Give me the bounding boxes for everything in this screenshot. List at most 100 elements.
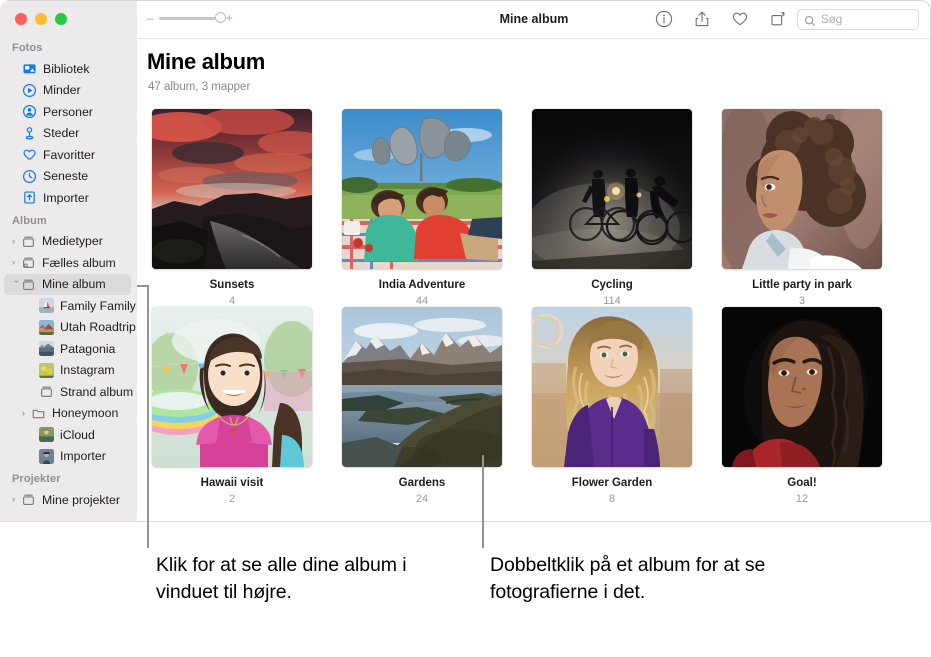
album-count: 114 [603, 295, 621, 307]
sidebar-item-personer[interactable]: Personer [0, 101, 137, 123]
sidebar-item-instagram[interactable]: › Instagram [0, 360, 137, 382]
album-count: 44 [415, 295, 429, 307]
album-count: 4 [228, 295, 236, 307]
album-row: Hawaii visit 2 Gardens 24 Flower Garden … [137, 307, 931, 505]
album-name: Flower Garden [571, 477, 653, 489]
photo-thumb-man [39, 448, 54, 464]
chevron-right-icon[interactable]: › [12, 258, 21, 267]
sidebar-section-title: Projekter [12, 473, 61, 485]
album-thumbnail[interactable] [532, 109, 692, 269]
sidebar-item-label: Steder [43, 126, 80, 141]
album-thumbnail[interactable] [532, 307, 692, 467]
folder-icon [31, 406, 46, 421]
leader-left-vertical [147, 285, 149, 548]
album-thumbnail[interactable] [342, 109, 502, 269]
sidebar-item-icloud[interactable]: › iCloud [0, 424, 137, 446]
album-name: India Adventure [378, 279, 466, 291]
album-item-cycling[interactable]: Cycling 114 [517, 109, 707, 307]
sidebar-item-fælles-album[interactable]: › Fælles album [0, 252, 137, 274]
album-thumbnail[interactable] [342, 307, 502, 467]
sidebar-item-seneste[interactable]: Seneste [0, 166, 137, 188]
album-name: Goal! [787, 477, 817, 489]
chevron-right-icon[interactable]: › [22, 408, 31, 418]
album-count: 12 [795, 493, 809, 505]
sidebar-item-label: Importer [60, 449, 106, 464]
sidebar-list[interactable]: Fotos Bibliotek Minder Personer Steder Favori… [0, 36, 148, 522]
album-thumbnail[interactable] [152, 109, 312, 269]
chevron-right-icon[interactable]: › [12, 495, 21, 504]
photo-thumb-utah [39, 319, 54, 335]
import-icon [22, 190, 37, 205]
photo-thumb-kid [39, 427, 54, 443]
sidebar-item-importer[interactable]: › Importer [0, 446, 137, 468]
sidebar-item-patagonia[interactable]: › Patagonia [0, 338, 137, 360]
album-thumbnail[interactable] [722, 307, 882, 467]
album-thumbnail[interactable] [152, 307, 312, 467]
album-row: Sunsets 4 India Adventure 44 Cycling 114… [137, 109, 931, 307]
sidebar-item-label: iCloud [60, 427, 95, 442]
search-field[interactable]: Søg [797, 9, 919, 30]
chevron-spacer: › [30, 344, 39, 353]
sidebar-item-label: Fælles album [42, 255, 116, 270]
chevron-right-icon[interactable]: › [12, 236, 21, 246]
zoom-button[interactable] [55, 13, 67, 25]
photos-window: Fotos Bibliotek Minder Personer Steder Favori… [0, 0, 931, 522]
sidebar-item-mine-album[interactable]: › Mine album [4, 273, 131, 295]
sidebar-item-medietyper[interactable]: › Medietyper [0, 231, 137, 253]
album-name: Cycling [591, 279, 633, 291]
album-item-sunsets[interactable]: Sunsets 4 [137, 109, 327, 307]
search-placeholder: Søg [821, 13, 843, 26]
sidebar-item-minder[interactable]: Minder [0, 80, 137, 102]
sidebar-item-family-family[interactable]: › Family Family… [0, 295, 148, 317]
chevron-spacer: › [30, 366, 39, 375]
album-grid: Sunsets 4 India Adventure 44 Cycling 114… [137, 109, 931, 505]
album-count: 8 [608, 493, 616, 505]
info-icon[interactable] [654, 9, 674, 29]
album-count: 24 [415, 493, 429, 505]
share-icon[interactable] [692, 9, 712, 29]
album-item-gardens[interactable]: Gardens 24 [327, 307, 517, 505]
album-name: Little party in park [752, 279, 852, 291]
sidebar-item-label: Personer [43, 104, 93, 119]
window-traffic-lights [15, 13, 67, 25]
album-icon [21, 234, 36, 249]
sidebar-item-mine-projekter[interactable]: › Mine projekter [0, 489, 137, 511]
chevron-down-icon[interactable]: › [12, 280, 22, 289]
callout-right-text: Dobbeltklik på et album for at se fotogr… [490, 554, 766, 603]
sidebar-item-favoritter[interactable]: Favoritter [0, 144, 137, 166]
photo-thumb-sail [39, 298, 54, 314]
rotate-icon[interactable] [768, 9, 788, 29]
sidebar-item-label: Utah Roadtrip [60, 320, 136, 335]
sidebar-item-honeymoon[interactable]: › Honeymoon [0, 403, 137, 425]
sidebar-item-strand-album[interactable]: › Strand album [0, 381, 137, 403]
album-item-india-adventure[interactable]: India Adventure 44 [327, 109, 517, 307]
heart-icon [22, 147, 37, 162]
sidebar-item-bibliotek[interactable]: Bibliotek [0, 58, 137, 80]
sidebar-item-steder[interactable]: Steder [0, 123, 137, 145]
album-count: 2 [228, 493, 236, 505]
album-icon [21, 277, 36, 292]
sidebar-item-utah-roadtrip[interactable]: › Utah Roadtrip [0, 317, 137, 339]
sidebar-item-label: Bibliotek [43, 61, 90, 76]
sidebar-item-label: Favoritter [43, 147, 95, 162]
album-name: Hawaii visit [200, 477, 264, 489]
page-title: Mine album [147, 49, 266, 74]
content-area: Mine album 47 album, 3 mapper Sunsets 4 … [137, 39, 931, 522]
album-item-hawaii-visit[interactable]: Hawaii visit 2 [137, 307, 327, 505]
toolbar-actions [654, 9, 788, 29]
close-button[interactable] [15, 13, 27, 25]
minimize-button[interactable] [35, 13, 47, 25]
album-name: Sunsets [209, 279, 255, 291]
album-thumbnail[interactable] [722, 109, 882, 269]
sidebar-item-importer[interactable]: Importer [0, 187, 137, 209]
album-name: Gardens [398, 477, 446, 489]
sidebar-item-label: Minder [43, 83, 81, 98]
sidebar-item-label: Medietyper [42, 234, 103, 249]
sidebar-item-label: Instagram [60, 363, 115, 378]
heart-icon[interactable] [730, 9, 750, 29]
album-item-little-party-in-park[interactable]: Little party in park 3 [707, 109, 897, 307]
photo-thumb-insta [39, 362, 54, 378]
album-item-goal[interactable]: Goal! 12 [707, 307, 897, 505]
sidebar: Fotos Bibliotek Minder Personer Steder Favori… [0, 0, 148, 522]
album-item-flower-garden[interactable]: Flower Garden 8 [517, 307, 707, 505]
